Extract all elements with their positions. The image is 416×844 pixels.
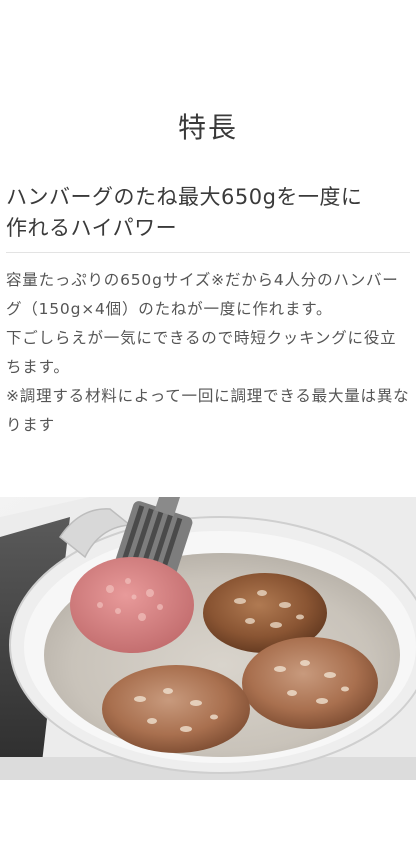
description-paragraph: ※調理する材料によって一回に調理できる最大量は異なります [6, 387, 410, 434]
description-paragraph: 下ごしらえが一気にできるので時短クッキングに役立ちます。 [6, 329, 397, 376]
feature-headline-line1: ハンバーグのたね最大650gを一度に [6, 185, 363, 209]
frying-pan-illustration [0, 497, 416, 780]
feature-headline: ハンバーグのたね最大650gを一度に 作れるハイパワー [6, 182, 410, 244]
product-photo [0, 497, 416, 780]
divider [6, 252, 410, 253]
description-paragraph: 容量たっぷりの650gサイズ※だから4人分のハンバーグ（150g×4個）のたねが… [6, 271, 399, 318]
feature-headline-line2: 作れるハイパワー [6, 216, 178, 240]
section-title: 特長 [177, 111, 238, 144]
feature-description: 容量たっぷりの650gサイズ※だから4人分のハンバーグ（150g×4個）のたねが… [6, 266, 412, 440]
